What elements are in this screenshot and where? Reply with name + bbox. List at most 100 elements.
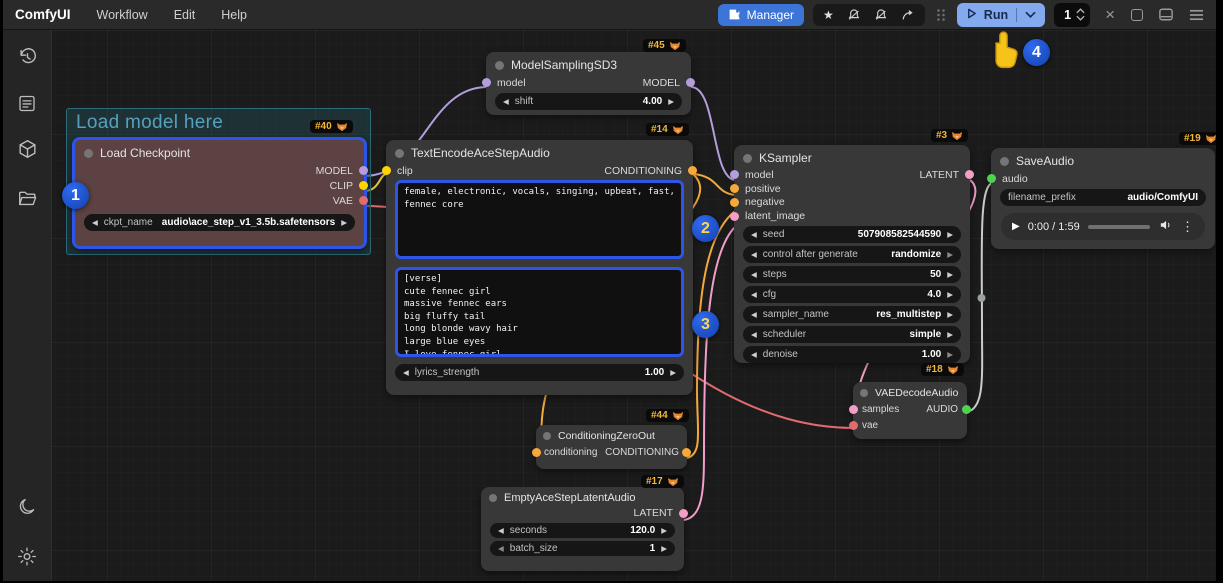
seconds-widget[interactable]: ◀ seconds 120.0 ▶: [490, 523, 675, 538]
input-latent-image-dot[interactable]: [730, 212, 739, 221]
widget-decrement-icon[interactable]: ◀: [751, 351, 757, 359]
widget-decrement-icon[interactable]: ◀: [92, 219, 98, 227]
node-header[interactable]: ConditioningZeroOut: [536, 425, 687, 444]
node-graph-canvas[interactable]: Load model here Load Checkpoint MODEL CL…: [3, 30, 1216, 581]
output-model-dot[interactable]: [686, 78, 695, 87]
scheduler-widget[interactable]: ◀ scheduler simple ▶: [743, 326, 961, 343]
play-icon[interactable]: ▶: [1012, 221, 1020, 232]
close-icon[interactable]: ×: [1105, 6, 1115, 23]
node-header[interactable]: ModelSamplingSD3: [486, 52, 691, 75]
widget-increment-icon[interactable]: ▶: [661, 545, 667, 553]
collapse-dot-icon[interactable]: [84, 149, 93, 158]
node-library-icon[interactable]: [16, 92, 39, 115]
audio-player[interactable]: ▶ 0:00 / 1:59 ⋮: [1001, 213, 1205, 240]
batch-spinner-icons[interactable]: [1076, 8, 1085, 21]
batch-count-stepper[interactable]: 1: [1054, 3, 1090, 27]
output-vae-dot[interactable]: [359, 196, 368, 205]
history-icon[interactable]: [16, 45, 39, 68]
cfg-widget[interactable]: ◀ cfg 4.0 ▶: [743, 286, 961, 303]
lyrics-textarea[interactable]: [verse] cute fennec girl massive fennec …: [395, 267, 684, 357]
share-arrow-icon[interactable]: [901, 8, 915, 22]
widget-decrement-icon[interactable]: ◀: [751, 231, 757, 239]
manager-button[interactable]: Manager: [718, 4, 804, 26]
node-header[interactable]: EmptyAceStepLatentAudio: [481, 487, 684, 506]
widget-decrement-icon[interactable]: ◀: [503, 98, 509, 106]
widget-increment-icon[interactable]: ▶: [668, 98, 674, 106]
widget-decrement-icon[interactable]: ◀: [498, 527, 504, 535]
collapse-dot-icon[interactable]: [495, 61, 504, 70]
canvas-frame-icon[interactable]: [1131, 9, 1143, 21]
node-load-checkpoint[interactable]: Load Checkpoint MODEL CLIP VAE ◀ ckpt_na…: [72, 137, 367, 249]
star-icon[interactable]: ★: [823, 9, 834, 21]
widget-decrement-icon[interactable]: ◀: [751, 271, 757, 279]
seed-widget[interactable]: ◀ seed 507908582544590 ▶: [743, 226, 961, 243]
node-model-sampling-sd3[interactable]: ModelSamplingSD3 model MODEL ◀ shift 4.0…: [486, 52, 691, 115]
collapse-dot-icon[interactable]: [860, 389, 868, 397]
ckpt-name-widget[interactable]: ◀ ckpt_name audio\ace_step_v1_3.5b.safet…: [84, 214, 355, 231]
seek-bar[interactable]: [1088, 225, 1150, 229]
node-vae-decode-audio[interactable]: VAEDecodeAudio samples AUDIO vae: [853, 382, 967, 439]
sampler-name-widget[interactable]: ◀ sampler_name res_multistep ▶: [743, 306, 961, 323]
output-conditioning-dot[interactable]: [682, 448, 691, 457]
node-save-audio[interactable]: SaveAudio audio filename_prefix audio/Co…: [991, 148, 1215, 249]
toolbar-drag-handle-icon[interactable]: [936, 8, 946, 22]
widget-increment-icon[interactable]: ▶: [947, 291, 953, 299]
run-dropdown-chevron-icon[interactable]: [1025, 8, 1036, 22]
collapse-dot-icon[interactable]: [543, 432, 551, 440]
theme-toggle-moon-icon[interactable]: [16, 496, 39, 519]
output-conditioning-dot[interactable]: [688, 166, 697, 175]
widget-increment-icon[interactable]: ▶: [661, 527, 667, 535]
tags-textarea[interactable]: female, electronic, vocals, singing, upb…: [395, 180, 684, 259]
menu-workflow[interactable]: Workflow: [97, 8, 148, 22]
input-conditioning-dot[interactable]: [532, 448, 541, 457]
run-button[interactable]: Run: [957, 3, 1045, 27]
node-ksampler[interactable]: KSampler model LATENT positive negative …: [734, 145, 970, 363]
node-empty-ace-step-latent-audio[interactable]: EmptyAceStepLatentAudio LATENT ◀ seconds…: [481, 487, 684, 571]
comfyui-logo[interactable]: ComfyUI: [3, 7, 85, 22]
node-header[interactable]: SaveAudio: [991, 148, 1215, 171]
batch-size-widget[interactable]: ◀ batch_size 1 ▶: [490, 541, 675, 556]
input-samples-dot[interactable]: [849, 405, 858, 414]
bell-slash-icon-2[interactable]: [874, 8, 888, 22]
model-library-icon[interactable]: [16, 137, 39, 160]
steps-widget[interactable]: ◀ steps 50 ▶: [743, 266, 961, 283]
node-header[interactable]: TextEncodeAceStepAudio: [386, 140, 693, 163]
node-header[interactable]: Load Checkpoint: [75, 140, 364, 163]
widget-decrement-icon[interactable]: ◀: [498, 545, 504, 553]
widget-increment-icon[interactable]: ▶: [947, 331, 953, 339]
widget-increment-icon[interactable]: ▶: [947, 271, 953, 279]
widget-increment-icon[interactable]: ▶: [341, 219, 347, 227]
collapse-dot-icon[interactable]: [1000, 157, 1009, 166]
widget-decrement-icon[interactable]: ◀: [751, 251, 757, 259]
output-latent-dot[interactable]: [679, 509, 688, 518]
bell-slash-icon[interactable]: [847, 8, 861, 22]
output-clip-dot[interactable]: [359, 181, 368, 190]
lyrics-strength-widget[interactable]: ◀ lyrics_strength 1.00 ▶: [395, 364, 684, 381]
node-text-encode-ace-step-audio[interactable]: TextEncodeAceStepAudio clip CONDITIONING…: [386, 140, 693, 395]
menu-help[interactable]: Help: [221, 8, 247, 22]
input-model-dot[interactable]: [730, 170, 739, 179]
bottom-panel-toggle-icon[interactable]: [1159, 8, 1173, 21]
output-model-dot[interactable]: [359, 166, 368, 175]
workflows-folder-icon[interactable]: [16, 186, 39, 209]
input-negative-dot[interactable]: [730, 198, 739, 207]
node-header[interactable]: KSampler: [734, 145, 970, 168]
collapse-dot-icon[interactable]: [489, 494, 497, 502]
widget-increment-icon[interactable]: ▶: [670, 369, 676, 377]
hamburger-menu-icon[interactable]: [1189, 9, 1204, 21]
control-after-generate-widget[interactable]: ◀ control after generate randomize ▶: [743, 246, 961, 263]
settings-gear-icon[interactable]: [16, 545, 39, 568]
shift-widget[interactable]: ◀ shift 4.00 ▶: [495, 93, 682, 110]
input-vae-dot[interactable]: [849, 421, 858, 430]
widget-decrement-icon[interactable]: ◀: [751, 291, 757, 299]
node-conditioning-zero-out[interactable]: ConditioningZeroOut conditioning CONDITI…: [536, 425, 687, 469]
input-positive-dot[interactable]: [730, 184, 739, 193]
widget-increment-icon[interactable]: ▶: [947, 231, 953, 239]
widget-decrement-icon[interactable]: ◀: [403, 369, 409, 377]
output-audio-dot[interactable]: [962, 405, 971, 414]
widget-increment-icon[interactable]: ▶: [947, 311, 953, 319]
widget-increment-icon[interactable]: ▶: [947, 251, 953, 259]
volume-icon[interactable]: [1158, 218, 1173, 235]
input-clip-dot[interactable]: [382, 166, 391, 175]
menu-edit[interactable]: Edit: [174, 8, 196, 22]
